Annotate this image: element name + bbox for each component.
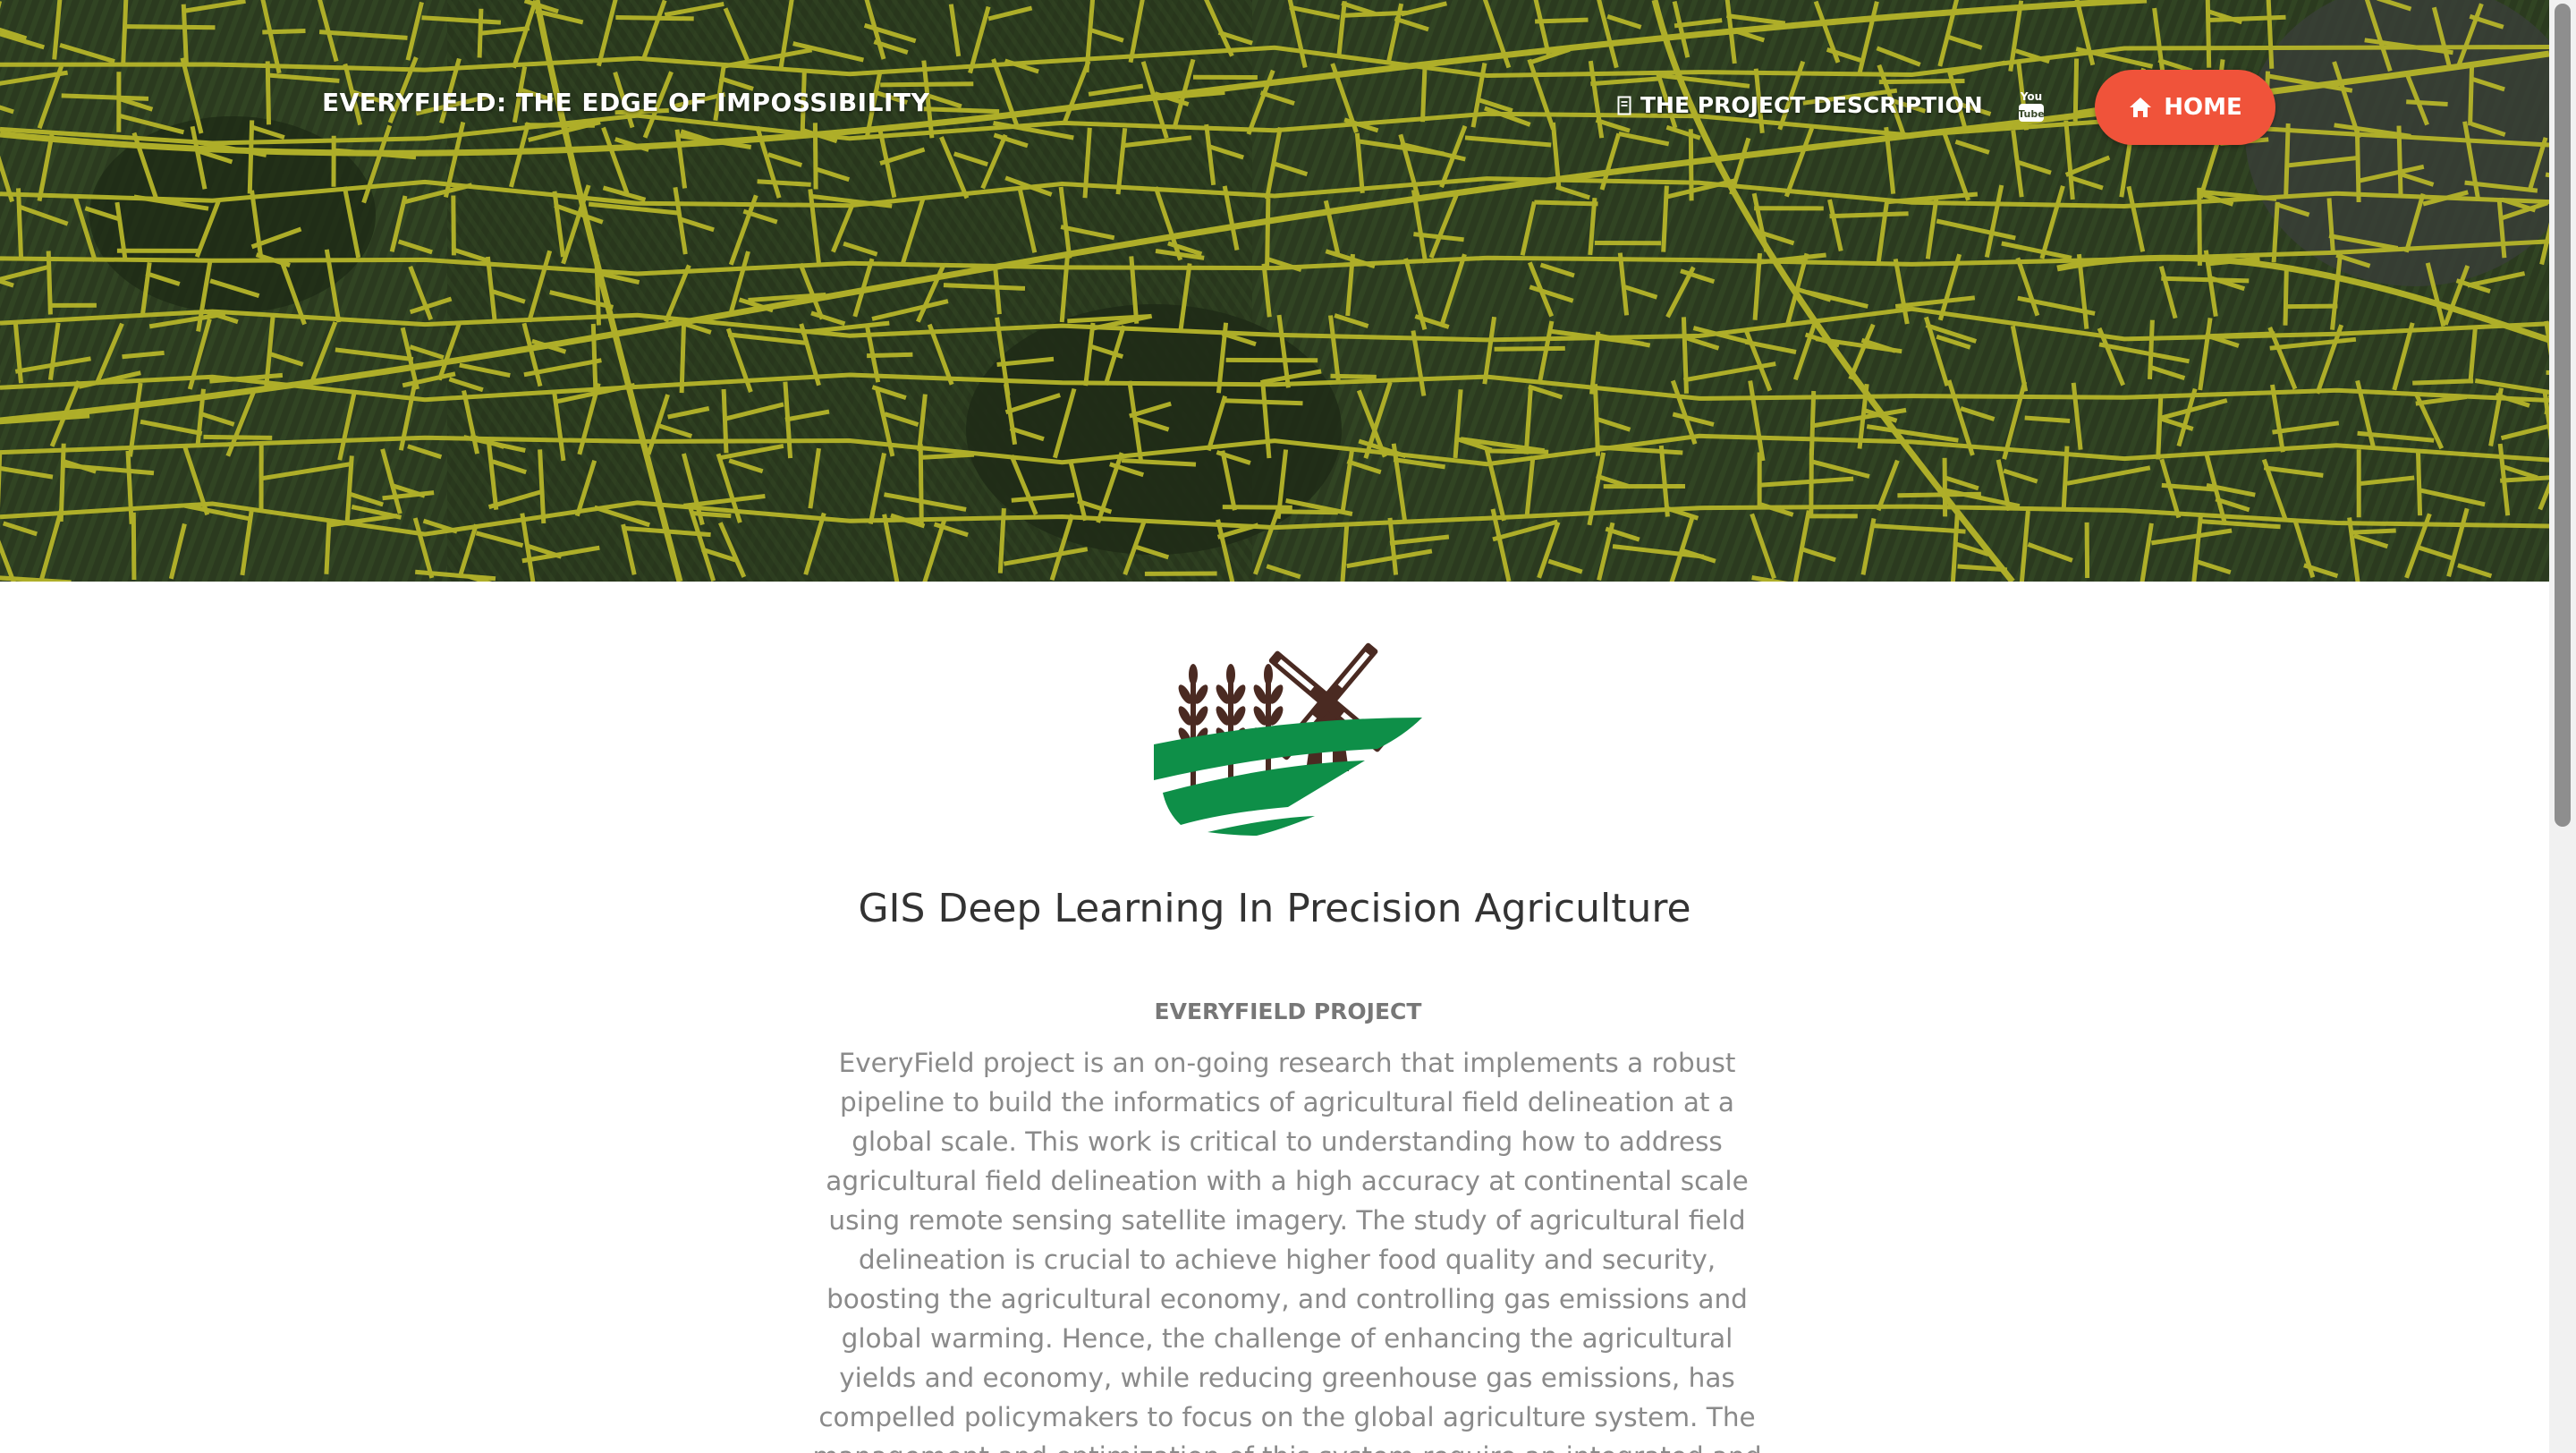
scrollbar-thumb[interactable] [2555,4,2571,827]
home-button-label: HOME [2164,94,2242,121]
everyfield-logo [1154,642,1422,836]
svg-text:Tube: Tube [2018,108,2044,120]
nav-project-description[interactable]: THE PROJECT DESCRIPTION [1617,92,1983,118]
page-scrollbar[interactable] [2549,0,2576,1453]
youtube-icon[interactable]: You Tube [2016,89,2046,123]
nav-project-description-label: THE PROJECT DESCRIPTION [1640,92,1983,118]
svg-text:You: You [2020,90,2042,103]
section-heading: EVERYFIELD PROJECT [1154,998,1422,1024]
hero-banner: EVERYFIELD: THE EDGE OF IMPOSSIBILITY TH… [0,0,2549,582]
site-brand[interactable]: EVERYFIELD: THE EDGE OF IMPOSSIBILITY [322,88,929,117]
document-icon [1617,96,1631,115]
project-description-text: EveryField project is an on-going resear… [812,1048,1761,1453]
page-title: GIS Deep Learning In Precision Agricultu… [858,886,1691,931]
home-icon [2130,98,2152,117]
home-button[interactable]: HOME [2095,70,2275,145]
